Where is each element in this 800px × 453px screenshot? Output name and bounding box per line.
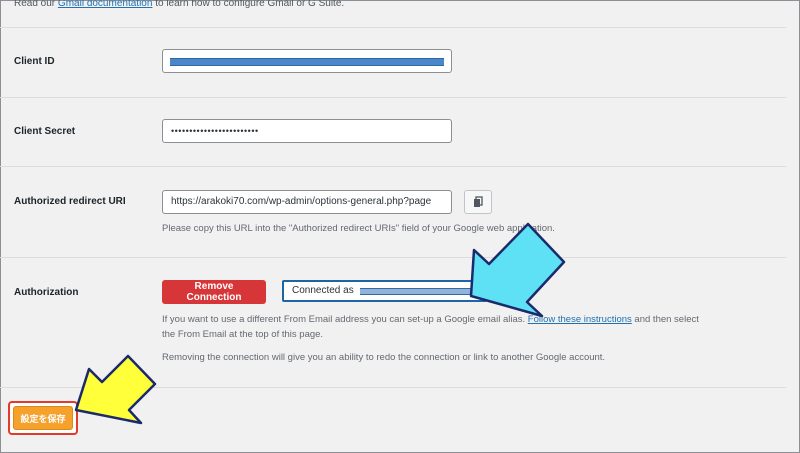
annotation-overlay	[74, 222, 566, 425]
yellow-callout-arrow	[74, 354, 157, 425]
blue-callout-arrow	[469, 222, 566, 318]
